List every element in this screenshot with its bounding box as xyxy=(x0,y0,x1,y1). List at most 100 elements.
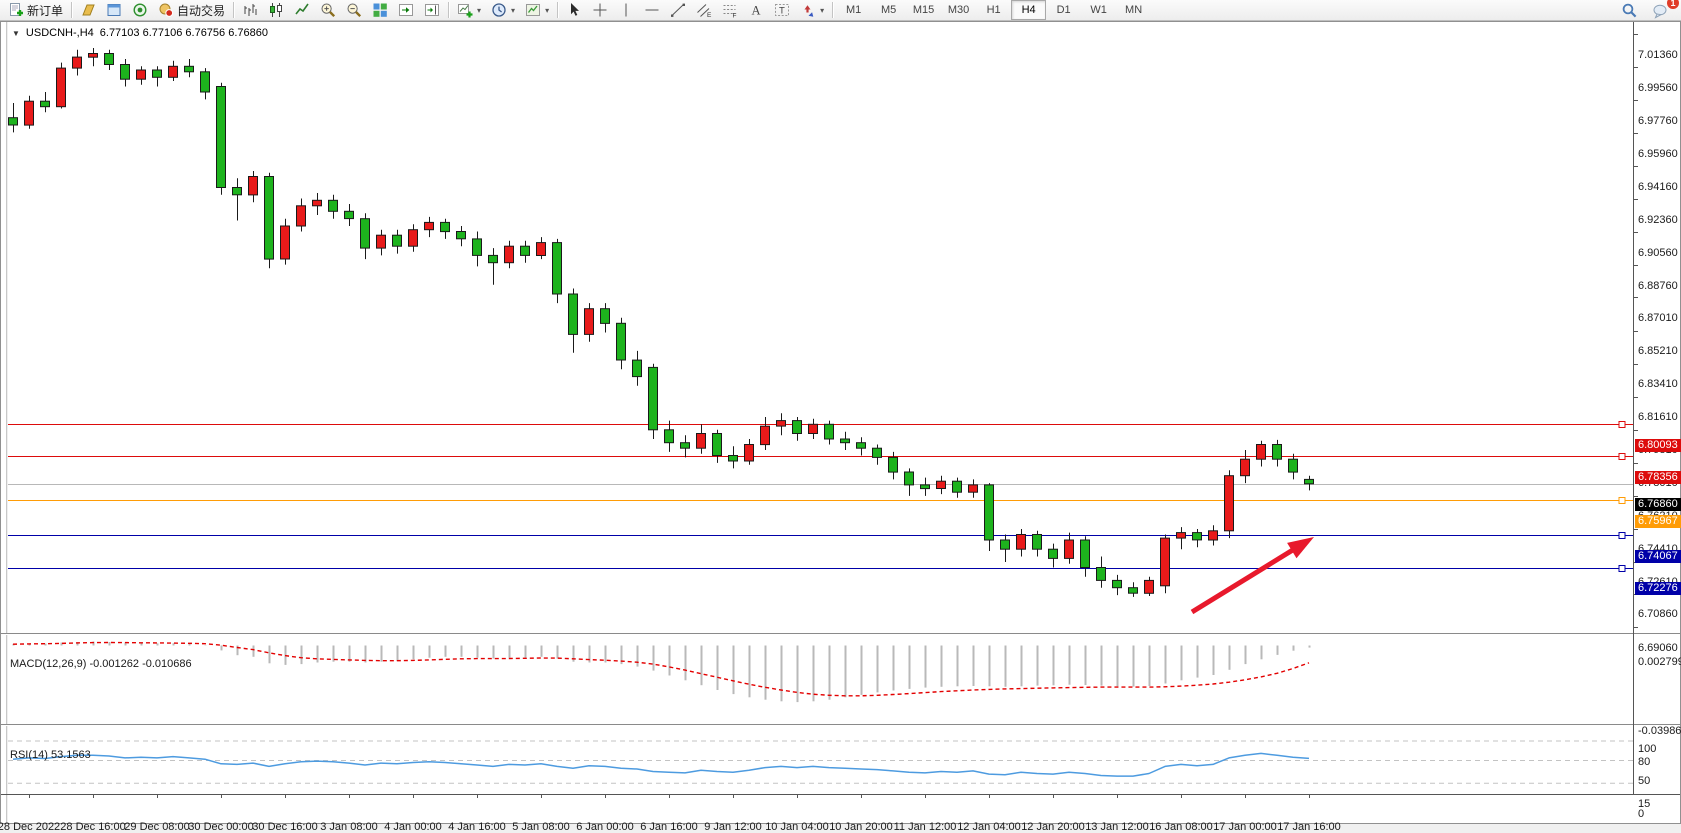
bar-chart-button[interactable] xyxy=(237,0,263,21)
tile-windows-icon xyxy=(372,2,388,18)
search-icon xyxy=(1621,2,1638,19)
periods-button[interactable]: ▾ xyxy=(486,0,520,21)
templates-button[interactable]: ▾ xyxy=(520,0,554,21)
rsi-indicator-label: RSI(14) 53.1563 xyxy=(10,749,91,761)
price-tag-level[interactable]: 6.78356 xyxy=(1635,471,1681,484)
price-tick-label: 6.97760 xyxy=(1638,115,1678,128)
timeframe-h1[interactable]: H1 xyxy=(976,0,1011,20)
timeframe-m15[interactable]: M15 xyxy=(906,0,941,20)
time-axis-label[interactable]: 17 Jan 16:00 xyxy=(1263,821,1355,833)
trend-line-button[interactable] xyxy=(665,0,691,21)
candlestick-chart-button[interactable] xyxy=(263,0,289,21)
cursor-icon xyxy=(566,2,582,18)
horizontal-lines-layer[interactable] xyxy=(8,422,1633,572)
timeframe-w1[interactable]: W1 xyxy=(1081,0,1116,20)
macd-axis-label: 0.002799 xyxy=(1638,656,1681,669)
chart-shift-button[interactable] xyxy=(419,0,445,21)
text-icon: A xyxy=(748,2,764,18)
new-order-button[interactable]: 新订单 xyxy=(3,0,68,21)
tile-windows-button[interactable] xyxy=(367,0,393,21)
trend-arrow-annotation[interactable] xyxy=(1192,537,1314,612)
search-button[interactable] xyxy=(1616,0,1643,21)
vertical-line-button[interactable] xyxy=(613,0,639,21)
zoom-in-button[interactable] xyxy=(315,0,341,21)
price-axis[interactable] xyxy=(1633,22,1638,794)
timeframe-m5[interactable]: M5 xyxy=(871,0,906,20)
svg-text:T: T xyxy=(779,6,785,17)
crosshair-button[interactable] xyxy=(587,0,613,21)
timeframe-m30[interactable]: M30 xyxy=(941,0,976,20)
cursor-button[interactable] xyxy=(561,0,587,21)
price-tick-label: 6.90560 xyxy=(1638,247,1678,260)
zoom-out-icon xyxy=(346,2,362,18)
price-tick-label: 6.92360 xyxy=(1638,214,1678,227)
periods-icon xyxy=(491,2,507,18)
price-tick-label: 6.70860 xyxy=(1638,608,1678,621)
rsi-axis-label: 80 xyxy=(1638,756,1650,769)
hline-handle[interactable] xyxy=(1619,498,1625,504)
chart-plot-area[interactable] xyxy=(0,21,1681,824)
new-chart-button[interactable]: ▾ xyxy=(452,0,486,21)
svg-text:F: F xyxy=(733,13,737,19)
svg-text:A: A xyxy=(752,4,761,18)
new-chart-icon xyxy=(457,2,473,18)
price-tick-label: 6.99560 xyxy=(1638,82,1678,95)
price-tag-level[interactable]: 6.80093 xyxy=(1635,439,1681,452)
bar-chart-icon xyxy=(242,2,258,18)
symbol-name: USDCNH-,H4 xyxy=(26,27,94,39)
price-tag-level[interactable]: 6.74067 xyxy=(1635,550,1681,563)
price-tick-label: 6.88760 xyxy=(1638,280,1678,293)
timeframe-h4[interactable]: H4 xyxy=(1011,0,1046,20)
toolbar-separator xyxy=(832,2,833,18)
timeframe-d1[interactable]: D1 xyxy=(1046,0,1081,20)
hline-handle[interactable] xyxy=(1619,566,1625,572)
vertical-line-icon xyxy=(618,2,634,18)
auto-trading-label: 自动交易 xyxy=(177,2,225,19)
price-tick-label: 7.01360 xyxy=(1638,49,1678,62)
equidistant-channel-button[interactable]: E xyxy=(691,0,717,21)
dropdown-arrow-icon: ▾ xyxy=(545,6,549,15)
line-chart-icon xyxy=(294,2,310,18)
hline-handle[interactable] xyxy=(1619,422,1625,428)
text-label-button[interactable]: T xyxy=(769,0,795,21)
text-button[interactable]: A xyxy=(743,0,769,21)
toolbar-separator xyxy=(71,2,72,18)
auto-scroll-button[interactable] xyxy=(393,0,419,21)
panel-separators[interactable] xyxy=(1,634,1680,795)
timeframe-mn[interactable]: MN xyxy=(1116,0,1151,20)
dropdown-arrow-icon: ▾ xyxy=(511,6,515,15)
price-tag-level[interactable]: 6.75967 xyxy=(1635,515,1681,528)
auto-trading-button[interactable]: 自动交易 xyxy=(153,0,230,21)
rsi-axis-label: 100 xyxy=(1638,743,1656,756)
price-tag-current-bid[interactable]: 6.76860 xyxy=(1635,498,1681,511)
timeframe-m1[interactable]: M1 xyxy=(836,0,871,20)
data-window-icon xyxy=(106,2,122,18)
rsi-layer xyxy=(8,741,1633,783)
templates-icon xyxy=(525,2,541,18)
notifications-button[interactable]: 1 xyxy=(1647,0,1675,21)
time-axis-ticks[interactable] xyxy=(30,794,1310,798)
price-tag-level[interactable]: 6.72276 xyxy=(1635,582,1681,595)
horizontal-line-button[interactable] xyxy=(639,0,665,21)
new-order-icon xyxy=(8,2,24,18)
fibonacci-button[interactable]: F xyxy=(717,0,743,21)
market-watch-icon xyxy=(80,2,96,18)
chart-window[interactable]: ▼ USDCNH-,H4 6.77103 6.77106 6.76756 6.7… xyxy=(0,21,1681,824)
equidistant-channel-icon: E xyxy=(696,2,712,18)
hline-handle[interactable] xyxy=(1619,533,1625,539)
svg-text:E: E xyxy=(707,12,712,18)
chart-dropdown-icon[interactable]: ▼ xyxy=(12,29,20,38)
price-tick-label: 6.95960 xyxy=(1638,148,1678,161)
horizontal-line-icon xyxy=(644,2,660,18)
hline-handle[interactable] xyxy=(1619,454,1625,460)
line-chart-button[interactable] xyxy=(289,0,315,21)
navigator-button[interactable] xyxy=(127,0,153,21)
data-window-button[interactable] xyxy=(101,0,127,21)
zoom-out-button[interactable] xyxy=(341,0,367,21)
rsi-axis-label: 0 xyxy=(1638,808,1644,821)
arrows-button[interactable]: ▾ xyxy=(795,0,829,21)
market-watch-button[interactable] xyxy=(75,0,101,21)
window-frame xyxy=(1,22,1681,824)
macd-indicator-label: MACD(12,26,9) -0.001262 -0.010686 xyxy=(10,658,192,670)
toolbar-separator xyxy=(557,2,558,18)
